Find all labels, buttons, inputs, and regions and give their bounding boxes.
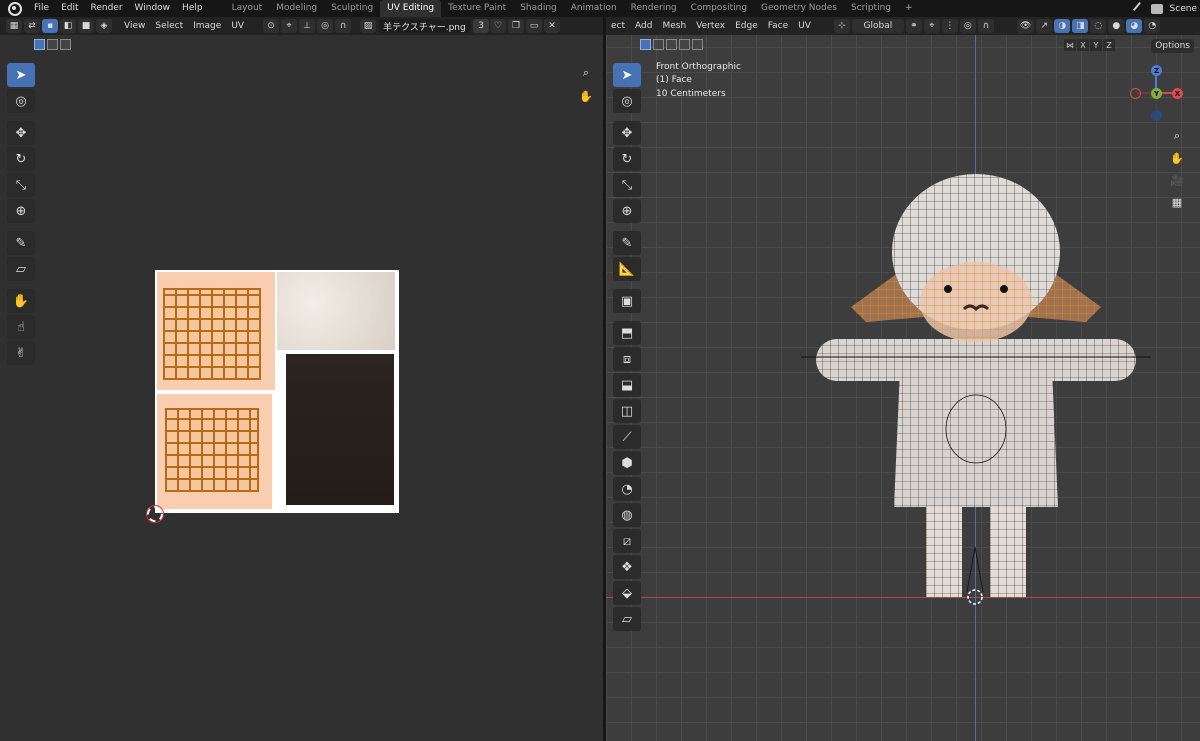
uv-editor[interactable]: ▦ ⇄ ▪ ◧ ■ ◈ View Select Image UV ⊙ ⌖ ⊥ ◎…	[0, 17, 603, 741]
vertex-select-icon[interactable]: ▪	[42, 19, 58, 33]
menu-edit[interactable]: Edit	[55, 0, 84, 17]
tab-compositing[interactable]: Compositing	[684, 0, 754, 17]
tab-scripting[interactable]: Scripting	[844, 0, 898, 17]
uv-island-wool[interactable]	[277, 272, 395, 350]
proportional-edit-icon[interactable]: ◎	[317, 19, 334, 33]
snap-target-icon[interactable]: ⊥	[299, 19, 316, 33]
tab-rendering[interactable]: Rendering	[624, 0, 684, 17]
cursor-icon[interactable]: ◎	[7, 89, 35, 113]
menu-uv[interactable]: UV	[226, 21, 249, 31]
menu-help[interactable]: Help	[176, 0, 209, 17]
uv-island-head[interactable]	[157, 272, 275, 390]
tab-sculpting[interactable]: Sculpting	[324, 0, 380, 17]
move-icon[interactable]: ✥	[7, 121, 35, 145]
tab-shading[interactable]: Shading	[513, 0, 564, 17]
main-menu: File Edit Render Window Help	[28, 0, 209, 17]
pin-icon[interactable]	[1132, 1, 1147, 16]
uv-mesh-head[interactable]	[163, 288, 261, 380]
pivot-icon[interactable]: ⊙	[263, 19, 280, 33]
menu-render[interactable]: Render	[85, 0, 129, 17]
rotate-icon[interactable]: ↻	[7, 147, 35, 171]
rip-region-icon[interactable]: ▱	[7, 257, 35, 281]
select-box-icon[interactable]: ➤	[7, 63, 35, 87]
tab-geometry-nodes[interactable]: Geometry Nodes	[754, 0, 844, 17]
annotate-icon[interactable]: ✎	[7, 231, 35, 255]
image-browse-icon[interactable]: ▨	[360, 19, 377, 33]
sticky-select-icon[interactable]: ◈	[96, 19, 112, 33]
tab-modeling[interactable]: Modeling	[269, 0, 324, 17]
select-extend-icon[interactable]	[47, 38, 58, 50]
zoom-icon[interactable]: ⌕	[577, 64, 595, 82]
menu-file[interactable]: File	[28, 0, 55, 17]
edge-select-icon[interactable]: ◧	[60, 19, 76, 33]
3d-cursor-icon[interactable]	[967, 589, 983, 605]
pan-hand-icon[interactable]: ✋	[577, 87, 595, 105]
duplicate-image-icon[interactable]: ❐	[508, 19, 525, 33]
image-name-field[interactable]: 羊テクスチャー.png	[379, 19, 472, 33]
uv-toolbar: ➤ ◎ ✥ ↻ ⤡ ⊕ ✎ ▱ ✋ ☝ ✌	[6, 63, 36, 367]
menu-window[interactable]: Window	[129, 0, 177, 17]
falloff-icon[interactable]: ∩	[335, 19, 352, 33]
uv-select-mode	[34, 38, 73, 50]
face-select-icon[interactable]: ■	[78, 19, 94, 33]
unlink-image-icon[interactable]: ✕	[544, 19, 561, 33]
tab-uv-editing[interactable]: UV Editing	[380, 0, 442, 17]
sheep-legs[interactable]	[926, 492, 1026, 597]
workspace-tabs: Layout Modeling Sculpting UV Editing Tex…	[225, 0, 920, 17]
uv-sync-icon[interactable]: ⇄	[24, 19, 40, 33]
editor-type-icon[interactable]: ▦	[6, 19, 22, 33]
blender-window: File Edit Render Window Help Layout Mode…	[0, 0, 1200, 741]
scene-selector: Scene	[1129, 0, 1200, 17]
pinch-icon[interactable]: ✌	[7, 341, 35, 365]
scale-icon[interactable]: ⤡	[7, 173, 35, 197]
scene-icon[interactable]	[1150, 3, 1163, 14]
menu-view[interactable]: View	[119, 21, 150, 31]
uv-island-dark-wood[interactable]	[286, 354, 394, 505]
grab-icon[interactable]: ✋	[7, 289, 35, 313]
scene-name[interactable]: Scene	[1167, 4, 1200, 14]
blender-logo-icon[interactable]	[8, 1, 22, 16]
uv-texture-image[interactable]	[155, 270, 399, 513]
top-bar: File Edit Render Window Help Layout Mode…	[0, 0, 1200, 17]
fake-user-icon[interactable]: ♡	[490, 19, 507, 33]
3d-viewport[interactable]: ect Add Mesh Vertex Edge Face UV ⊹ Globa…	[606, 17, 1200, 741]
uv-subheader	[0, 35, 603, 53]
menu-image[interactable]: Image	[188, 21, 226, 31]
add-workspace-icon[interactable]: +	[898, 0, 920, 17]
uv-editor-header: ▦ ⇄ ▪ ◧ ■ ◈ View Select Image UV ⊙ ⌖ ⊥ ◎…	[0, 17, 603, 35]
transform-icon[interactable]: ⊕	[7, 199, 35, 223]
tab-layout[interactable]: Layout	[225, 0, 270, 17]
menu-select[interactable]: Select	[150, 21, 188, 31]
open-image-icon[interactable]: ▭	[526, 19, 543, 33]
tab-animation[interactable]: Animation	[564, 0, 624, 17]
sheep-body[interactable]	[894, 369, 1058, 507]
snap-icon[interactable]: ⌖	[281, 19, 298, 33]
relax-icon[interactable]: ☝	[7, 315, 35, 339]
uv-mesh-body[interactable]	[165, 408, 259, 492]
image-users-count[interactable]: 3	[473, 19, 490, 33]
select-subtract-icon[interactable]	[60, 38, 71, 50]
uv-island-body[interactable]	[157, 394, 272, 509]
2d-cursor-icon[interactable]	[146, 505, 164, 523]
sheep-mesh[interactable]	[606, 17, 1200, 741]
select-new-icon[interactable]	[34, 38, 45, 50]
tab-texture-paint[interactable]: Texture Paint	[441, 0, 513, 17]
